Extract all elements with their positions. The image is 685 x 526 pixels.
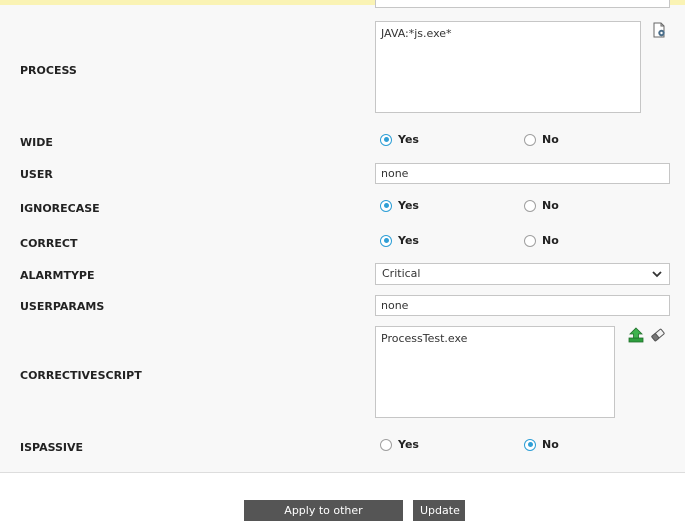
correctivescript-textarea[interactable]: ProcessTest.exe: [375, 326, 615, 418]
apply-to-other-components-button[interactable]: Apply to other components: [244, 500, 403, 526]
user-label: USER: [20, 168, 53, 181]
ispassive-no-option[interactable]: No: [524, 438, 559, 451]
ignorecase-yes-option[interactable]: Yes: [380, 199, 419, 212]
ignorecase-no-radio[interactable]: [524, 199, 536, 212]
wide-yes-radio[interactable]: [380, 133, 392, 146]
alarmtype-label: ALARMTYPE: [20, 269, 95, 282]
wide-no-radio[interactable]: [524, 133, 536, 146]
wide-yes-text: Yes: [398, 133, 419, 146]
gear-document-icon[interactable]: [651, 22, 667, 38]
ispassive-label: ISPASSIVE: [20, 441, 84, 454]
correct-no-text: No: [542, 234, 559, 247]
correct-yes-option[interactable]: Yes: [380, 234, 419, 247]
correctivescript-label: CORRECTIVESCRIPT: [20, 369, 142, 382]
wide-label: WIDE: [20, 136, 53, 149]
userparams-label: USERPARAMS: [20, 300, 105, 313]
wide-no-text: No: [542, 133, 559, 146]
ignorecase-yes-text: Yes: [398, 199, 419, 212]
ispassive-yes-radio[interactable]: [380, 438, 392, 451]
update-button[interactable]: Update: [413, 500, 465, 521]
ignorecase-no-text: No: [542, 199, 559, 212]
alarmtype-value: Critical: [382, 267, 421, 280]
wide-no-option[interactable]: No: [524, 133, 559, 146]
previous-field-partial[interactable]: [375, 0, 670, 8]
user-input[interactable]: none: [375, 163, 670, 184]
alarmtype-select[interactable]: Critical: [375, 263, 670, 285]
process-label: PROCESS: [20, 64, 77, 77]
ignorecase-yes-radio[interactable]: [380, 199, 392, 212]
ispassive-yes-text: Yes: [398, 438, 419, 451]
eraser-icon[interactable]: [650, 327, 666, 343]
upload-icon[interactable]: [628, 327, 644, 343]
correct-no-radio[interactable]: [524, 234, 536, 247]
wide-yes-option[interactable]: Yes: [380, 133, 419, 146]
correct-yes-radio[interactable]: [380, 234, 392, 247]
ignorecase-no-option[interactable]: No: [524, 199, 559, 212]
correct-label: CORRECT: [20, 237, 78, 250]
ispassive-no-text: No: [542, 438, 559, 451]
correct-no-option[interactable]: No: [524, 234, 559, 247]
correct-yes-text: Yes: [398, 234, 419, 247]
ispassive-yes-option[interactable]: Yes: [380, 438, 419, 451]
process-textarea[interactable]: JAVA:*js.exe*: [375, 21, 641, 113]
chevron-down-icon: [652, 271, 662, 278]
ispassive-no-radio[interactable]: [524, 438, 536, 451]
userparams-input[interactable]: none: [375, 295, 670, 316]
ignorecase-label: IGNORECASE: [20, 202, 100, 215]
